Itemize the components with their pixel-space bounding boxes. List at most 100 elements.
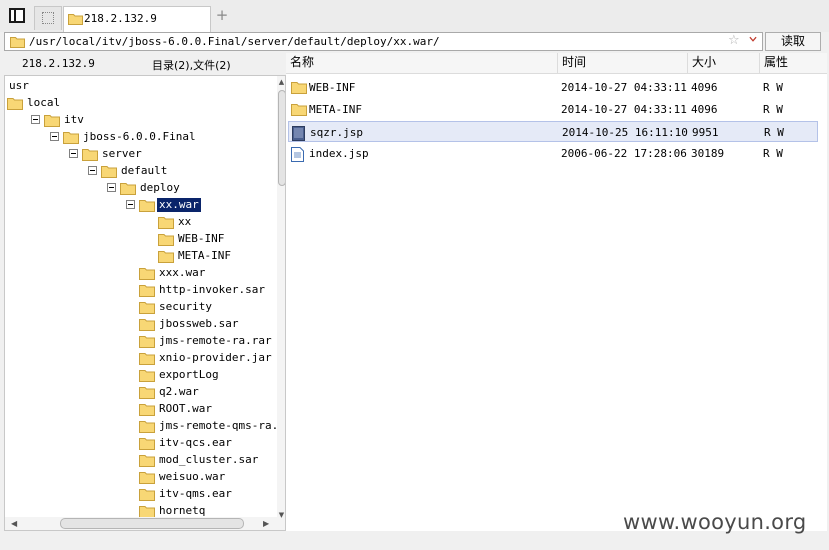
collapse-toggle-icon[interactable]	[31, 115, 40, 124]
tree-vertical-scrollbar[interactable]: ▲ ▼	[277, 76, 285, 530]
folder-icon	[158, 251, 174, 263]
tree-node[interactable]: itv-qms.ear	[5, 486, 273, 503]
folder-icon	[139, 455, 155, 467]
tree-node[interactable]: usr	[5, 78, 273, 95]
column-size[interactable]: 大小	[687, 53, 759, 73]
tree-node-label: http-invoker.sar	[159, 283, 265, 296]
tree-node[interactable]: default	[5, 163, 273, 180]
tree-node-label: server	[102, 147, 142, 160]
tree-node[interactable]: server	[5, 146, 273, 163]
collapse-toggle-icon[interactable]	[50, 132, 59, 141]
column-attr[interactable]: 属性	[759, 53, 827, 73]
tree-node[interactable]: mod_cluster.sar	[5, 452, 273, 469]
tree-node[interactable]: META-INF	[5, 248, 273, 265]
chevron-down-icon[interactable]	[749, 35, 757, 43]
tree-node-label: local	[27, 96, 61, 109]
folder-icon	[291, 104, 307, 116]
collapse-toggle-icon[interactable]	[69, 149, 78, 158]
folder-icon	[139, 353, 155, 365]
scroll-up-icon[interactable]: ▲	[278, 79, 285, 86]
scroll-thumb[interactable]	[60, 518, 244, 529]
file-row[interactable]: sqzr.jsp 2014-10-25 16:11:10 9951 R W	[288, 121, 818, 142]
scroll-thumb[interactable]	[278, 90, 285, 186]
file-row[interactable]: index.jsp 2006-06-22 17:28:06 30189 R W	[288, 143, 818, 164]
tree-node-label: xxx.war	[159, 266, 206, 279]
folder-icon	[68, 14, 83, 25]
path-input[interactable]: /usr/local/itv/jboss-6.0.0.Final/server/…	[4, 32, 763, 51]
file-attr: R W	[763, 147, 783, 160]
tree-node-label: jboss-6.0.0.Final	[83, 130, 196, 143]
tree-node[interactable]: itv-qcs.ear	[5, 435, 273, 452]
folder-icon	[291, 82, 307, 94]
tree-node[interactable]: xx.war	[5, 197, 273, 214]
directory-tree[interactable]: usr local itv jboss-6.0.0.Final server defaul…	[4, 75, 286, 531]
tree-node[interactable]: jboss-6.0.0.Final	[5, 129, 273, 146]
tree-node[interactable]: itv	[5, 112, 273, 129]
file-time: 2014-10-25 16:11:10	[562, 126, 688, 139]
tree-node[interactable]: security	[5, 299, 273, 316]
tab-host[interactable]: 218.2.132.9	[63, 6, 211, 33]
tree-node[interactable]: weisuo.war	[5, 469, 273, 486]
scroll-left-icon[interactable]: ◀	[11, 519, 17, 528]
tree-node-label: security	[159, 300, 212, 313]
tree-node[interactable]: http-invoker.sar	[5, 282, 273, 299]
folder-icon	[158, 234, 174, 246]
tree-node[interactable]: xx	[5, 214, 273, 231]
bookmark-icon[interactable]: ☆	[728, 33, 740, 48]
tree-node[interactable]: WEB-INF	[5, 231, 273, 248]
collapse-toggle-icon[interactable]	[126, 200, 135, 209]
column-time[interactable]: 时间	[557, 53, 687, 73]
tree-node[interactable]: jbossweb.sar	[5, 316, 273, 333]
collapse-toggle-icon[interactable]	[88, 166, 97, 175]
tree-node-label: jms-remote-ra.rar	[159, 334, 272, 347]
tree-horizontal-scrollbar[interactable]: ◀ ▶	[5, 517, 277, 530]
folder-icon	[139, 319, 155, 331]
tree-node-label: ROOT.war	[159, 402, 212, 415]
tree-node-label: itv-qms.ear	[159, 487, 232, 500]
tree-node[interactable]: q2.war	[5, 384, 273, 401]
tree-node-label: jbossweb.sar	[159, 317, 239, 330]
file-row[interactable]: META-INF 2014-10-27 04:33:11 4096 R W	[288, 99, 818, 120]
tree-node-label: xx.war	[157, 198, 201, 212]
tree-node[interactable]: xnio-provider.jar	[5, 350, 273, 367]
folder-icon	[139, 336, 155, 348]
tree-node[interactable]: jms-remote-ra.rar	[5, 333, 273, 350]
file-list[interactable]: 名称 时间 大小 属性 WEB-INF 2014-10-27 04:33:11 40…	[286, 53, 827, 531]
folder-icon	[139, 200, 155, 212]
scroll-down-icon[interactable]: ▼	[278, 512, 285, 519]
host-label: 218.2.132.9	[22, 57, 95, 70]
file-time: 2014-10-27 04:33:11	[561, 81, 687, 94]
tree-node-label: itv	[64, 113, 84, 126]
file-attr: R W	[764, 126, 784, 139]
row-icon	[291, 81, 307, 97]
tree-node-label: hornetq	[159, 504, 206, 517]
tree-node-label: exportLog	[159, 368, 219, 381]
tree-node[interactable]: ROOT.war	[5, 401, 273, 418]
tree-node-label: usr	[9, 79, 29, 92]
folder-icon	[158, 217, 174, 229]
tree-node-label: mod_cluster.sar	[159, 453, 259, 466]
file-attr: R W	[763, 81, 783, 94]
tree-node[interactable]: deploy	[5, 180, 273, 197]
tab-label: 218.2.132.9	[84, 12, 157, 25]
read-button[interactable]: 读取	[765, 32, 821, 51]
tree-node[interactable]: jms-remote-qms-ra.rar	[5, 418, 285, 435]
file-name: index.jsp	[309, 147, 369, 160]
tree-node[interactable]: xxx.war	[5, 265, 273, 282]
tree-node[interactable]: local	[5, 95, 273, 112]
tree-node[interactable]: exportLog	[5, 367, 273, 384]
tree-node-label: itv-qcs.ear	[159, 436, 232, 449]
scroll-right-icon[interactable]: ▶	[263, 519, 269, 528]
tree-node-label: xx	[178, 215, 192, 228]
sidebar-toggle-icon[interactable]	[9, 8, 25, 23]
collapse-toggle-icon[interactable]	[107, 183, 116, 192]
folder-icon	[139, 285, 155, 297]
column-name[interactable]: 名称	[286, 53, 557, 73]
folder-icon	[120, 183, 136, 195]
folder-icon	[44, 115, 60, 127]
file-size: 30189	[691, 147, 725, 160]
tree-node-label: deploy	[140, 181, 180, 194]
tab-blank[interactable]	[34, 6, 62, 30]
file-row[interactable]: WEB-INF 2014-10-27 04:33:11 4096 R W	[288, 77, 818, 98]
new-tab-button[interactable]: +	[215, 8, 229, 23]
